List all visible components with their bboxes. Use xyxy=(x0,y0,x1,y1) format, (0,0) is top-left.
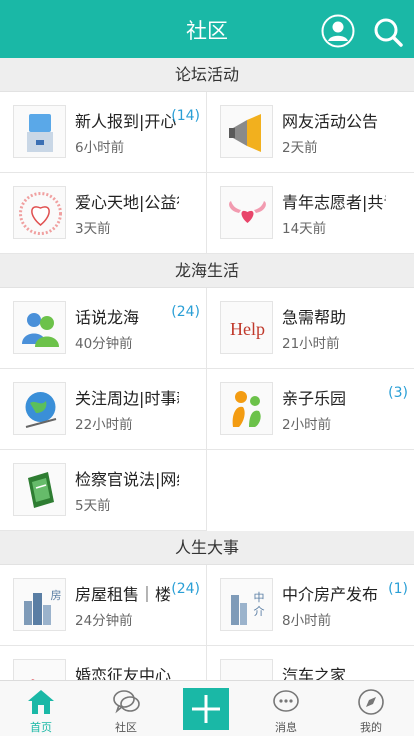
forum-item[interactable]: 房 房屋租售｜楼 24分钟前 (24) xyxy=(0,565,207,646)
message-icon xyxy=(273,690,299,712)
svg-text:介: 介 xyxy=(254,605,265,618)
post-count: (1) xyxy=(388,581,408,597)
tab-community[interactable]: 社区 xyxy=(85,681,167,736)
section-header: 龙海生活 xyxy=(0,254,414,288)
forum-time: 21小时前 xyxy=(282,336,340,352)
home-icon xyxy=(28,690,54,714)
forum-name: 青年志愿者|共青 xyxy=(282,193,386,212)
car-icon xyxy=(220,659,273,680)
forum-item[interactable]: 检察官说法|网络 5天前 xyxy=(0,450,207,531)
user-icon xyxy=(321,14,355,48)
search-button[interactable] xyxy=(372,16,404,48)
forum-time: 2小时前 xyxy=(282,417,332,433)
forum-item[interactable]: 网友活动公告 2天前 xyxy=(207,92,414,173)
forum-name: 汽车之家 xyxy=(282,666,347,680)
tab-label: 首页 xyxy=(30,721,52,734)
section-header: 人生大事 xyxy=(0,531,414,565)
tab-messages[interactable]: 消息 xyxy=(245,681,327,736)
forum-time: 5天前 xyxy=(75,498,111,514)
forum-name: 新人报到|开心 xyxy=(75,112,177,131)
parent-child-icon xyxy=(220,382,273,435)
forum-time: 22小时前 xyxy=(75,417,133,433)
tab-label: 我的 xyxy=(360,721,382,734)
forum-item[interactable]: 新人报到|开心 6小时前 (14) xyxy=(0,92,207,173)
forum-list[interactable]: 论坛活动 新人报到|开心 6小时前 (14) 网友活动公告 2天前 爱心天地|公… xyxy=(0,58,414,680)
chat-bubbles-icon xyxy=(113,690,140,714)
tab-home[interactable]: 首页 xyxy=(0,681,82,736)
forum-name: 婚恋征友中心 xyxy=(75,666,172,680)
forum-name: 关注周边|时事新 xyxy=(75,389,179,408)
forum-name: 中介房产发布 xyxy=(282,585,379,604)
love-icon xyxy=(13,659,66,680)
bottom-tab-bar: 首页 社区 消息 我的 xyxy=(0,680,414,736)
forum-name: 急需帮助 xyxy=(282,308,347,327)
forum-item[interactable]: 汽车之家 xyxy=(207,646,414,680)
compass-icon xyxy=(358,689,384,715)
add-post-button[interactable] xyxy=(183,688,229,730)
post-count: (14) xyxy=(171,108,200,124)
svg-text:房: 房 xyxy=(51,589,62,602)
forum-item[interactable]: Help 急需帮助 21小时前 xyxy=(207,288,414,369)
post-count: (24) xyxy=(171,581,200,597)
svg-text:中: 中 xyxy=(254,591,265,604)
search-icon xyxy=(374,18,403,47)
forum-name: 爱心天地|公益行 xyxy=(75,193,179,212)
section-header: 论坛活动 xyxy=(0,58,414,92)
tab-label: 社区 xyxy=(115,721,137,734)
forum-name: 网友活动公告 xyxy=(282,112,379,131)
post-count: (24) xyxy=(171,304,200,320)
forum-time: 3天前 xyxy=(75,221,111,237)
forum-name: 亲子乐园 xyxy=(282,389,347,408)
user-button[interactable] xyxy=(321,14,355,48)
forum-item[interactable]: 关注周边|时事新 22小时前 xyxy=(0,369,207,450)
forum-name: 房屋租售｜楼 xyxy=(75,585,172,604)
forum-time: 40分钟前 xyxy=(75,336,133,352)
add-icon xyxy=(192,695,220,723)
help-text-icon: Help xyxy=(220,301,273,354)
forum-item[interactable]: 亲子乐园 2小时前 (3) xyxy=(207,369,414,450)
forum-name: 话说龙海 xyxy=(75,308,140,327)
people-chat-icon xyxy=(13,301,66,354)
heart-icon xyxy=(13,186,66,239)
buildings-icon: 房 xyxy=(13,578,66,631)
post-count: (3) xyxy=(388,385,408,401)
forum-time: 8小时前 xyxy=(282,613,332,629)
tab-label: 消息 xyxy=(275,721,297,734)
globe-icon xyxy=(13,382,66,435)
forum-item[interactable]: 话说龙海 40分钟前 (24) xyxy=(0,288,207,369)
megaphone-icon xyxy=(220,105,273,158)
agency-building-icon: 中介 xyxy=(220,578,273,631)
forum-name: 检察官说法|网络 xyxy=(75,470,179,489)
top-bar: 社区 xyxy=(0,0,414,58)
svg-text:Help: Help xyxy=(230,319,265,339)
tab-profile[interactable]: 我的 xyxy=(330,681,412,736)
forum-time: 6小时前 xyxy=(75,140,125,156)
law-book-icon xyxy=(13,463,66,516)
water-dispenser-icon xyxy=(13,105,66,158)
forum-item[interactable]: 中介 中介房产发布 8小时前 (1) xyxy=(207,565,414,646)
forum-item[interactable]: 青年志愿者|共青 14天前 xyxy=(207,173,414,254)
forum-time: 24分钟前 xyxy=(75,613,133,629)
forum-item[interactable]: 婚恋征友中心 xyxy=(0,646,207,680)
forum-time: 2天前 xyxy=(282,140,318,156)
forum-item[interactable]: 爱心天地|公益行 3天前 xyxy=(0,173,207,254)
forum-time: 14天前 xyxy=(282,221,327,237)
winged-heart-icon xyxy=(220,186,273,239)
